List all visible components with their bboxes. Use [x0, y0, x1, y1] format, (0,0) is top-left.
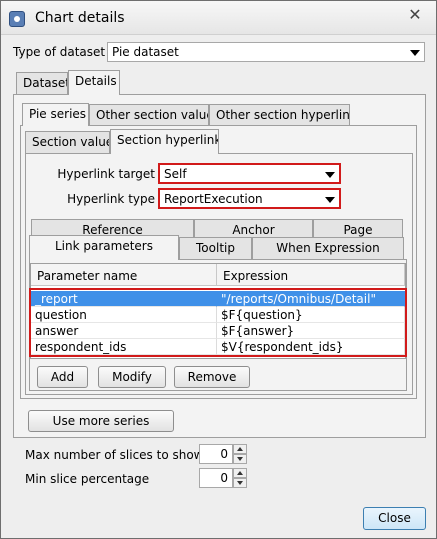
- tab-link-parameters[interactable]: Link parameters: [29, 235, 179, 260]
- param-expression-cell: "/reports/Omnibus/Detail": [217, 291, 405, 307]
- max-slices-spinner[interactable]: 0: [199, 444, 247, 464]
- max-slices-label: Max number of slices to show: [25, 448, 204, 462]
- tab-dataset[interactable]: Dataset: [16, 72, 68, 94]
- spinner-up-icon[interactable]: [233, 468, 247, 478]
- param-expression-cell: $V{respondent_ids}: [217, 339, 405, 355]
- dataset-type-value: Pie dataset: [112, 45, 179, 59]
- table-row[interactable]: respondent_ids $V{respondent_ids}: [31, 339, 405, 355]
- remove-button[interactable]: Remove: [174, 366, 250, 388]
- chevron-down-icon: [325, 172, 335, 178]
- column-header-expression[interactable]: Expression: [217, 264, 405, 286]
- tab-pie-series[interactable]: Pie series: [22, 103, 89, 126]
- tab-when-expression[interactable]: When Expression: [252, 237, 404, 259]
- dataset-type-select[interactable]: Pie dataset: [107, 42, 425, 62]
- close-window-icon[interactable]: ✕: [402, 5, 428, 27]
- window-title: Chart details: [35, 10, 125, 26]
- tab-tooltip[interactable]: Tooltip: [179, 237, 252, 259]
- param-name-cell: respondent_ids: [31, 339, 217, 355]
- spinner-up-icon[interactable]: [233, 444, 247, 454]
- tab-other-section-hyperlink[interactable]: Other section hyperlink: [209, 104, 350, 126]
- chevron-down-icon: [325, 197, 335, 203]
- hyperlink-target-select[interactable]: Self: [158, 163, 341, 184]
- table-row[interactable]: answer $F{answer}: [31, 323, 405, 339]
- add-button[interactable]: Add: [37, 366, 88, 388]
- min-slice-percentage-value[interactable]: 0: [199, 468, 233, 488]
- param-name-cell: answer: [31, 323, 217, 339]
- hyperlink-type-value: ReportExecution: [164, 192, 263, 206]
- param-name-cell: question: [31, 307, 217, 323]
- tab-section-value[interactable]: Section value: [25, 131, 110, 153]
- min-slice-percentage-label: Min slice percentage: [25, 472, 150, 486]
- hyperlink-target-value: Self: [164, 167, 187, 181]
- dataset-type-label: Type of dataset: [13, 45, 106, 59]
- param-name-cell: _report: [31, 291, 217, 307]
- table-row[interactable]: question $F{question}: [31, 307, 405, 323]
- column-header-parameter-name[interactable]: Parameter name: [31, 264, 217, 286]
- tab-details[interactable]: Details: [68, 70, 120, 95]
- table-row[interactable]: _report "/reports/Omnibus/Detail": [31, 291, 405, 307]
- chart-details-window: Chart details ✕ Type of dataset Pie data…: [0, 0, 437, 539]
- use-more-series-button[interactable]: Use more series: [28, 410, 174, 432]
- param-expression-cell: $F{answer}: [217, 323, 405, 339]
- hyperlink-target-label: Hyperlink target: [57, 167, 155, 181]
- min-slice-percentage-spinner[interactable]: 0: [199, 468, 247, 488]
- modify-button[interactable]: Modify: [98, 366, 166, 388]
- tab-section-hyperlink[interactable]: Section hyperlink: [110, 129, 219, 154]
- spinner-down-icon[interactable]: [233, 478, 247, 488]
- title-bar: Chart details ✕: [1, 1, 436, 35]
- max-slices-value[interactable]: 0: [199, 444, 233, 464]
- close-button[interactable]: Close: [363, 507, 426, 530]
- tab-other-section-value[interactable]: Other section value: [89, 104, 209, 126]
- app-icon: [9, 11, 25, 27]
- chevron-down-icon: [410, 50, 420, 56]
- spinner-down-icon[interactable]: [233, 454, 247, 464]
- parameters-table: Parameter name Expression _report "/repo…: [30, 263, 406, 359]
- hyperlink-type-label: Hyperlink type: [67, 192, 155, 206]
- hyperlink-type-select[interactable]: ReportExecution: [158, 188, 341, 209]
- param-expression-cell: $F{question}: [217, 307, 405, 323]
